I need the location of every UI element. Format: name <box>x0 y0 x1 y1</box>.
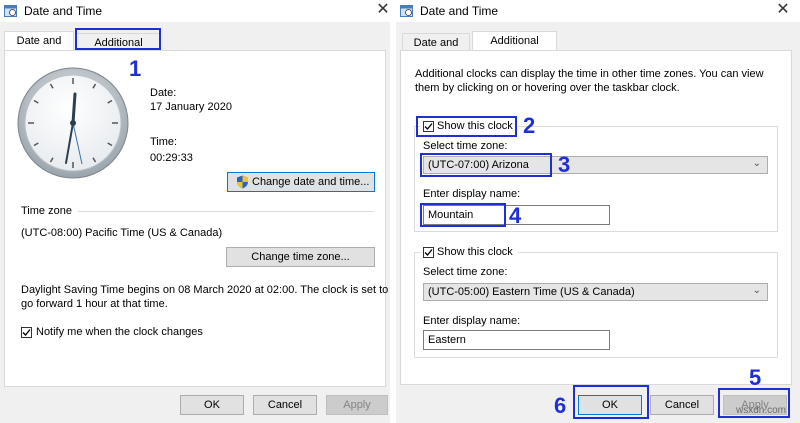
left-apply-label: Apply <box>343 399 371 411</box>
clock2-timezone-value: (UTC-05:00) Eastern Time (US & Canada) <box>428 286 635 298</box>
highlight-display-name <box>420 203 506 227</box>
right-cancel-label: Cancel <box>664 399 700 411</box>
clock1-display-name-label: Enter display name: <box>423 188 521 200</box>
annotation-3: 3 <box>558 152 571 177</box>
dst-text-line1: Daylight Saving Time begins on 08 March … <box>21 284 389 296</box>
analog-clock-icon <box>17 67 129 179</box>
annotation-2: 2 <box>523 113 536 138</box>
chevron-down-icon: ⌄ <box>752 158 761 169</box>
highlight-additional-clocks-tab <box>75 28 161 50</box>
right-dialog: Date and Time ✕ Date and Time Additional… <box>396 0 800 423</box>
notify-checkbox[interactable] <box>21 327 32 338</box>
change-time-zone-button[interactable]: Change time zone... <box>226 247 375 267</box>
clock2-display-name-label: Enter display name: <box>423 315 521 327</box>
change-date-time-label: Change date and time... <box>252 176 370 188</box>
checkmark-icon <box>22 329 31 336</box>
left-window-title: Date and Time <box>24 4 103 18</box>
left-cancel-button[interactable]: Cancel <box>253 395 317 415</box>
time-zone-heading: Time zone <box>21 205 72 217</box>
change-time-zone-label: Change time zone... <box>251 251 350 263</box>
annotation-5: 5 <box>749 365 762 390</box>
intro-line2: them by clicking on or hovering over the… <box>415 82 680 94</box>
left-title-bar: Date and Time ✕ <box>0 0 390 22</box>
highlight-show-clock <box>416 116 517 137</box>
clock2-display-name-input[interactable]: Eastern <box>423 330 610 350</box>
tab-date-and-time[interactable]: Date and Time <box>4 31 74 65</box>
left-ok-label: OK <box>204 399 220 411</box>
left-cancel-label: Cancel <box>267 399 303 411</box>
left-dialog: Date and Time ✕ Date and Time Additional… <box>0 0 390 423</box>
intro-line1: Additional clocks can display the time i… <box>415 68 764 80</box>
clock2-display-name-value: Eastern <box>428 334 466 346</box>
change-date-time-button[interactable]: Change date and time... <box>227 172 375 192</box>
time-zone-value: (UTC-08:00) Pacific Time (US & Canada) <box>21 227 223 239</box>
notify-checkbox-label[interactable]: Notify me when the clock changes <box>36 326 203 338</box>
right-title-bar: Date and Time ✕ <box>396 0 800 22</box>
date-time-app-icon <box>400 5 413 17</box>
highlight-ok-button <box>573 385 649 419</box>
clock1-select-label: Select time zone: <box>423 140 508 152</box>
left-apply-button[interactable]: Apply <box>326 395 388 415</box>
time-zone-divider <box>78 211 374 212</box>
tab-date-and-time[interactable]: Date and Time <box>402 33 470 67</box>
annotation-1: 1 <box>129 56 142 81</box>
dst-text-line2: go forward 1 hour at that time. <box>21 298 168 310</box>
left-ok-button[interactable]: OK <box>180 395 244 415</box>
right-cancel-button[interactable]: Cancel <box>650 395 714 415</box>
time-label: Time: <box>150 136 178 148</box>
close-icon[interactable]: ✕ <box>774 1 792 19</box>
clock2-timezone-select[interactable]: (UTC-05:00) Eastern Time (US & Canada) ⌄ <box>423 283 768 301</box>
clock2-show-checkbox[interactable] <box>423 247 434 258</box>
time-value: 00:29:33 <box>150 152 193 164</box>
highlight-timezone-select <box>420 153 552 177</box>
checkmark-icon <box>424 249 433 256</box>
date-time-app-icon <box>4 5 17 17</box>
watermark: wsxdn.com <box>736 405 787 416</box>
uac-shield-icon <box>237 175 248 189</box>
clock2-show-label[interactable]: Show this clock <box>437 246 513 258</box>
annotation-4: 4 <box>509 203 522 228</box>
clock2-select-label: Select time zone: <box>423 266 508 278</box>
right-window-title: Date and Time <box>420 4 499 18</box>
date-label: Date: <box>150 87 177 99</box>
date-value: 17 January 2020 <box>150 101 232 113</box>
tab-additional-clocks[interactable]: Additional Clocks <box>472 31 557 65</box>
chevron-down-icon: ⌄ <box>752 285 761 296</box>
annotation-6: 6 <box>554 393 567 418</box>
